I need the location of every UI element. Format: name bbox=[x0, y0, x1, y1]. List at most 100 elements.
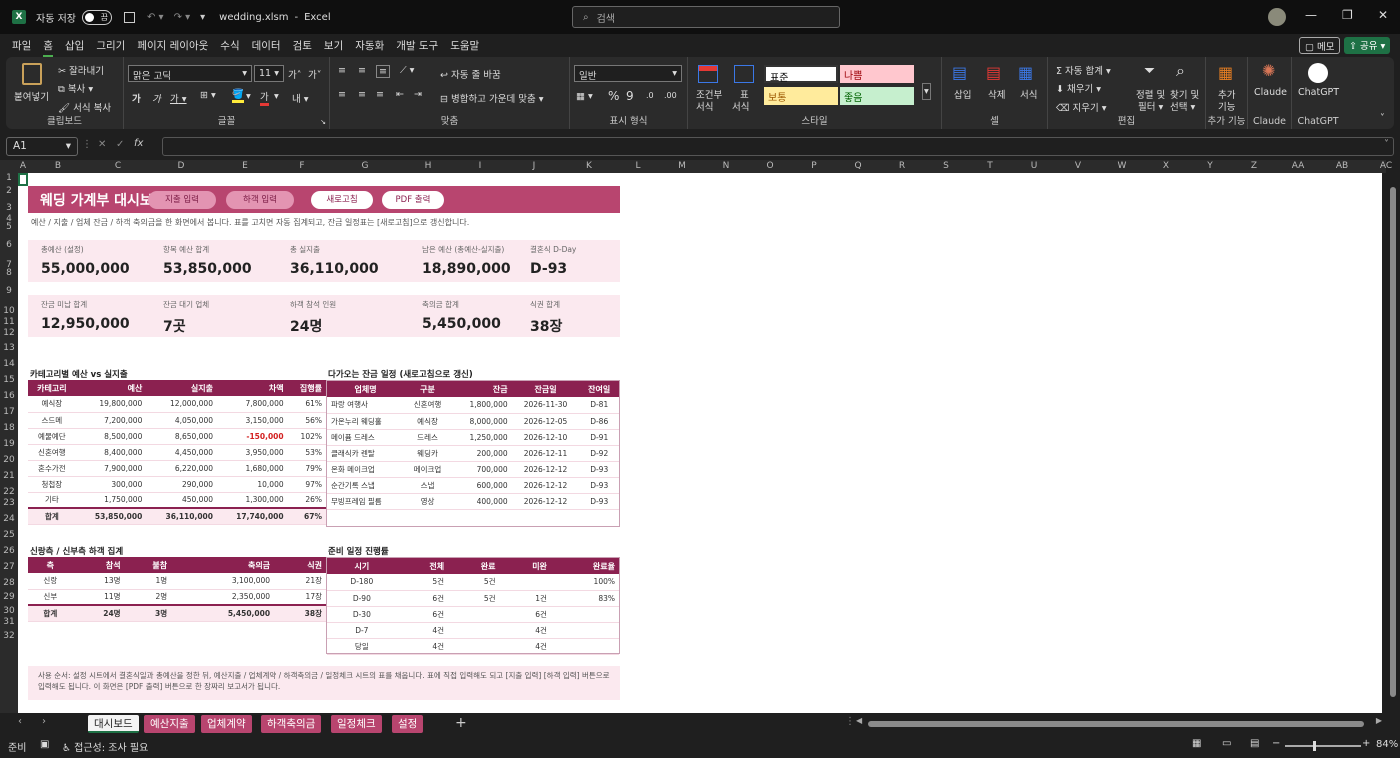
qat-more-icon[interactable]: ▾ bbox=[200, 12, 205, 23]
table-cell[interactable]: 5건 bbox=[448, 590, 500, 607]
row-header[interactable]: 15 bbox=[0, 375, 18, 385]
align-bottom-icon[interactable]: ≡ bbox=[376, 65, 390, 78]
horizontal-scrollbar[interactable]: ◀ ▶ bbox=[856, 716, 1382, 727]
table-cell[interactable]: 1,750,000 bbox=[75, 492, 147, 509]
percent-icon[interactable]: % bbox=[608, 89, 619, 103]
table-cell[interactable]: D-90 bbox=[327, 590, 397, 607]
table-cell[interactable]: 신랑 bbox=[28, 573, 73, 590]
table-cell[interactable]: 기타 bbox=[28, 492, 76, 509]
table-cell[interactable]: 61% bbox=[287, 396, 326, 413]
table-cell[interactable]: D-93 bbox=[579, 493, 619, 510]
normal-view-icon[interactable]: ▦ bbox=[1192, 738, 1201, 749]
memo-button[interactable]: ▢ 메모 bbox=[1299, 37, 1341, 54]
row-header[interactable]: 16 bbox=[0, 391, 18, 401]
table-cell[interactable]: 1,250,000 bbox=[450, 429, 512, 446]
table-cell[interactable]: 가온누리 웨딩홀 bbox=[327, 413, 405, 430]
refresh-button[interactable]: 새로고침 bbox=[311, 191, 373, 209]
table-cell[interactable]: 예식장 bbox=[28, 396, 76, 413]
table-cell[interactable]: 19,800,000 bbox=[75, 396, 147, 413]
align-top-icon[interactable]: ≡ bbox=[338, 65, 346, 76]
merge-center-button[interactable]: ⊟ 병합하고 가운데 맞춤 ▾ bbox=[440, 91, 543, 105]
redo-icon[interactable]: ↷ ▾ bbox=[174, 12, 191, 23]
column-header[interactable]: D bbox=[148, 161, 214, 171]
column-header[interactable]: W bbox=[1100, 161, 1144, 171]
tab-budget-expense[interactable]: 예산지출 bbox=[144, 715, 195, 733]
table-cell[interactable]: 100% bbox=[550, 574, 619, 591]
row-header[interactable]: 17 bbox=[0, 407, 18, 417]
table-cell[interactable]: 2026-11-30 bbox=[511, 397, 580, 414]
total-cell[interactable]: 5,450,000 bbox=[171, 604, 275, 622]
row-header[interactable]: 19 bbox=[0, 439, 18, 449]
row-header[interactable]: 29 bbox=[0, 592, 18, 602]
row-header[interactable]: 14 bbox=[0, 359, 18, 369]
row-header[interactable]: 23 bbox=[0, 498, 18, 508]
total-cell[interactable]: 합계 bbox=[28, 604, 73, 622]
table-cell[interactable]: 2026-12-12 bbox=[511, 477, 580, 494]
user-avatar[interactable] bbox=[1268, 8, 1286, 26]
sort-filter-icon[interactable]: ⏷ bbox=[1144, 63, 1155, 79]
underline-button[interactable]: 가 ▾ bbox=[170, 91, 187, 105]
table-cell[interactable]: 신부 bbox=[28, 589, 73, 606]
column-header[interactable]: X bbox=[1144, 161, 1188, 171]
row-header[interactable]: 22 bbox=[0, 487, 18, 497]
delete-cells-icon[interactable]: ▤ bbox=[986, 63, 1001, 82]
accounting-format-icon[interactable]: ▦ ▾ bbox=[576, 91, 593, 102]
table-cell[interactable]: D-7 bbox=[327, 622, 397, 639]
menu-insert[interactable]: 삽입 bbox=[65, 38, 84, 53]
table-cell[interactable]: 2026-12-05 bbox=[511, 413, 580, 430]
table-cell[interactable]: 2,350,000 bbox=[171, 589, 275, 606]
chatgpt-icon[interactable] bbox=[1308, 63, 1328, 83]
shrink-font-button[interactable]: 가˅ bbox=[308, 67, 322, 81]
table-cell[interactable] bbox=[550, 638, 619, 655]
select-all-corner[interactable] bbox=[0, 160, 18, 173]
table-cell[interactable]: 2026-12-10 bbox=[511, 429, 580, 446]
tab-next-icon[interactable]: › bbox=[42, 716, 46, 727]
column-header[interactable]: N bbox=[704, 161, 748, 171]
row-header[interactable]: 1 bbox=[0, 173, 18, 183]
row-header[interactable]: 2 bbox=[0, 186, 18, 196]
page-break-view-icon[interactable]: ▤ bbox=[1250, 738, 1259, 749]
table-cell[interactable]: 2026-12-12 bbox=[511, 461, 580, 478]
pdf-export-button[interactable]: PDF 출력 bbox=[382, 191, 444, 209]
table-cell[interactable]: 7,200,000 bbox=[75, 412, 147, 429]
table-cell[interactable]: 8,650,000 bbox=[146, 428, 217, 445]
column-header[interactable]: H bbox=[402, 161, 454, 171]
table-cell[interactable]: 83% bbox=[550, 590, 619, 607]
menu-page-layout[interactable]: 페이지 레이아웃 bbox=[137, 38, 208, 53]
table-cell[interactable]: 무빙프레임 필름 bbox=[327, 493, 405, 510]
align-middle-icon[interactable]: ≡ bbox=[358, 65, 366, 76]
guest-input-button[interactable]: 하객 입력 bbox=[226, 191, 294, 209]
font-dialog-icon[interactable]: ↘ bbox=[320, 118, 326, 126]
column-header[interactable]: J bbox=[506, 161, 562, 171]
menu-developer[interactable]: 개발 도구 bbox=[396, 38, 438, 53]
orientation-icon[interactable]: ⟋ ▾ bbox=[400, 65, 414, 76]
addins-icon[interactable]: ▦ bbox=[1218, 63, 1233, 82]
zoom-level[interactable]: 84% bbox=[1376, 739, 1398, 750]
menu-file[interactable]: 파일 bbox=[12, 38, 31, 53]
column-header[interactable]: C bbox=[88, 161, 148, 171]
restore-icon[interactable]: ❐ bbox=[1342, 8, 1353, 22]
column-header[interactable]: K bbox=[562, 161, 616, 171]
table-cell[interactable]: D-93 bbox=[579, 461, 619, 478]
column-header[interactable]: M bbox=[660, 161, 704, 171]
table-cell[interactable]: 11명 bbox=[72, 589, 125, 606]
insert-cells-button[interactable]: 삽입 bbox=[954, 87, 971, 101]
table-cell[interactable]: 4건 bbox=[499, 638, 551, 655]
table-cell[interactable]: 1,300,000 bbox=[216, 492, 288, 509]
zoom-in-icon[interactable]: + bbox=[1362, 738, 1370, 749]
search-box[interactable]: ⌕ 검색 bbox=[572, 6, 840, 28]
table-cell[interactable]: 5건 bbox=[396, 574, 449, 591]
table-cell[interactable]: 21장 bbox=[274, 573, 326, 590]
paste-button[interactable]: 붙여넣기 bbox=[14, 89, 49, 103]
font-size-select[interactable]: 11 ▾ bbox=[254, 65, 284, 82]
table-cell[interactable]: 97% bbox=[287, 476, 326, 493]
table-cell[interactable]: 102% bbox=[287, 428, 326, 445]
table-cell[interactable]: 2026-12-12 bbox=[511, 493, 580, 510]
chatgpt-button[interactable]: ChatGPT bbox=[1298, 87, 1339, 98]
row-header[interactable]: 26 bbox=[0, 546, 18, 556]
table-cell[interactable]: 200,000 bbox=[450, 445, 512, 462]
expense-input-button[interactable]: 지출 입력 bbox=[148, 191, 216, 209]
style-normal[interactable]: 표준 bbox=[764, 65, 838, 84]
total-cell[interactable]: 38장 bbox=[274, 604, 326, 622]
style-good[interactable]: 좋음 bbox=[840, 87, 914, 105]
